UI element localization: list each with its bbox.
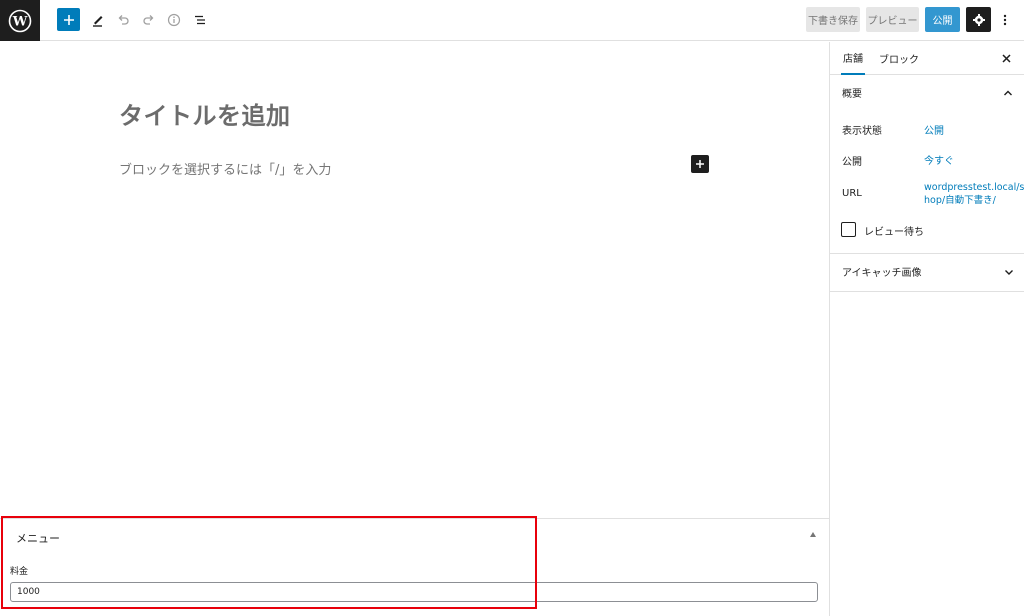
save-draft-button[interactable]: 下書き保存 — [806, 7, 860, 32]
meta-box-title: メニュー — [16, 532, 60, 545]
publish-date-label: 公開 — [842, 157, 862, 168]
tab-store[interactable]: 店舗 — [841, 42, 865, 75]
pending-review-label: レビュー待ち — [864, 227, 924, 238]
summary-panel-header[interactable]: 概要 — [830, 75, 1024, 110]
post-title-input[interactable]: タイトルを追加 — [119, 96, 291, 131]
visibility-label: 表示状態 — [842, 126, 882, 137]
url-value-link[interactable]: wordpresstest.local/s hop/自動下書き/ — [924, 181, 1024, 207]
undo-icon[interactable] — [111, 8, 135, 32]
price-field-label: 料金 — [10, 567, 29, 577]
add-block-button[interactable] — [57, 8, 80, 31]
price-input[interactable] — [10, 582, 818, 602]
visibility-value-link[interactable]: 公開 — [924, 122, 944, 137]
url-label: URL — [842, 188, 862, 199]
divider — [830, 291, 1024, 292]
featured-image-heading: アイキャッチ画像 — [842, 268, 922, 279]
settings-sidebar: 店舗 ブロック 概要 表示状態 公開 公開 今すぐ URL wordpresst… — [829, 42, 1024, 616]
tools-pencil-icon[interactable] — [86, 8, 110, 32]
more-options-icon[interactable] — [998, 7, 1012, 32]
info-icon[interactable] — [162, 8, 186, 32]
settings-gear-icon[interactable] — [966, 7, 991, 32]
collapse-triangle-icon[interactable] — [810, 532, 816, 537]
chevron-down-icon — [1005, 270, 1013, 275]
redo-icon[interactable] — [137, 8, 161, 32]
editor-canvas: タイトルを追加 ブロックを選択するには「/」を入力 — [0, 42, 829, 518]
list-view-icon[interactable] — [188, 8, 212, 32]
pending-review-checkbox[interactable] — [841, 222, 856, 237]
featured-image-panel-header[interactable]: アイキャッチ画像 — [830, 254, 1024, 289]
menu-meta-box: メニュー 料金 — [0, 518, 829, 616]
close-icon[interactable] — [999, 51, 1013, 65]
publish-button[interactable]: 公開 — [925, 7, 960, 32]
url-line-1: wordpresstest.local/s — [924, 182, 1024, 193]
preview-button[interactable]: プレビュー — [866, 7, 919, 32]
block-placeholder[interactable]: ブロックを選択するには「/」を入力 — [119, 159, 331, 178]
sidebar-tabs: 店舗 ブロック — [830, 42, 1024, 75]
chevron-up-icon — [1004, 90, 1012, 96]
inline-add-block-button[interactable] — [691, 155, 709, 173]
url-line-2: hop/自動下書き/ — [924, 195, 996, 206]
editor-toolbar: W 下書き保存 プレビュー 公開 — [0, 0, 1024, 41]
wordpress-logo-icon[interactable]: W — [0, 0, 40, 41]
tab-block[interactable]: ブロック — [879, 42, 919, 75]
publish-date-value-link[interactable]: 今すぐ — [924, 152, 954, 167]
summary-heading: 概要 — [842, 89, 862, 100]
svg-text:W: W — [12, 14, 28, 29]
